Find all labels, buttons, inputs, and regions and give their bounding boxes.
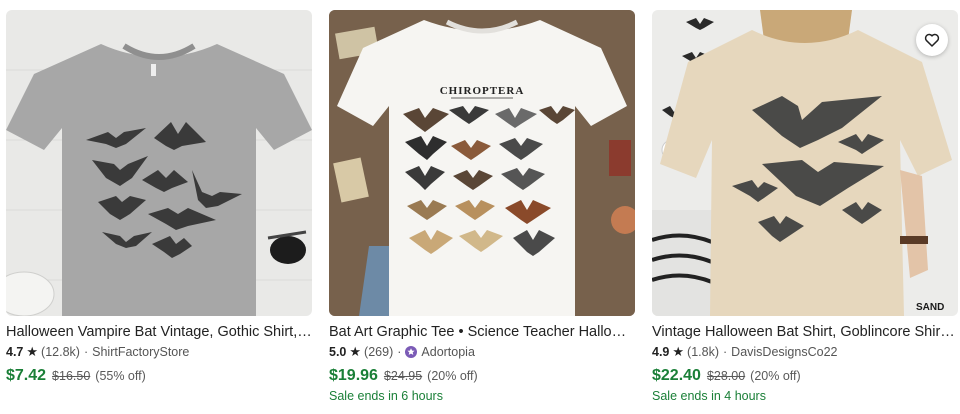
- shirt-tag-text: SAND: [916, 302, 944, 313]
- original-price: $16.50: [52, 369, 91, 383]
- review-count: (1.8k): [687, 345, 719, 359]
- price-row: $19.96 $24.95 (20% off): [329, 367, 635, 385]
- rating-value: 4.9: [652, 345, 670, 359]
- price-row: $22.40 $28.00 (20% off): [652, 367, 958, 385]
- separator-dot: ·: [723, 345, 728, 359]
- sale-price: $7.42: [6, 367, 47, 384]
- listing-card-1[interactable]: Halloween Vampire Bat Vintage, Gothic Sh…: [6, 10, 312, 385]
- review-count: (12.8k): [41, 345, 80, 359]
- original-price: $24.95: [383, 369, 423, 383]
- shop-name[interactable]: DavisDesignsCo22: [731, 344, 837, 360]
- sale-price: $19.96: [329, 367, 378, 384]
- separator-dot: ·: [83, 345, 89, 359]
- separator-dot: ·: [397, 345, 402, 359]
- original-price: $28.00: [706, 369, 746, 383]
- shirt-print-title: CHIROPTERA: [440, 85, 525, 97]
- star-icon: ★: [672, 344, 685, 359]
- price-row: $7.42 $16.50 (55% off): [6, 367, 312, 385]
- sand-bat-shirt-photo: SAND: [652, 10, 958, 316]
- listing-meta: 4.9 ★ (1.8k) · DavisDesignsCo22: [652, 344, 958, 360]
- white-bat-chart-shirt-photo: CHIROPTERA: [329, 10, 635, 316]
- star-seller-badge-icon: [405, 346, 418, 358]
- star-icon: ★: [349, 344, 362, 359]
- listing-card-3[interactable]: SAND Vintage Halloween Bat Shirt, Goblin…: [652, 10, 958, 403]
- listing-card-2[interactable]: CHIROPTERA Bat Art Graphic Tee • Science…: [329, 10, 635, 403]
- listing-title[interactable]: Vintage Halloween Bat Shirt, Goblincore …: [652, 323, 958, 341]
- listing-meta: 5.0 ★ (269) · Adortopia: [329, 344, 635, 360]
- gray-bat-shirt-photo: [6, 10, 312, 316]
- listing-image-1[interactable]: [6, 10, 312, 316]
- sale-price: $22.40: [652, 367, 701, 384]
- star-icon: ★: [26, 344, 39, 359]
- sale-ends-text: Sale ends in 4 hours: [652, 389, 766, 403]
- heart-outline-icon: [924, 33, 940, 47]
- rating-value: 4.7: [6, 345, 24, 359]
- sale-ends-text: Sale ends in 6 hours: [329, 389, 443, 403]
- listing-title[interactable]: Halloween Vampire Bat Vintage, Gothic Sh…: [6, 323, 312, 341]
- review-count: (269): [364, 345, 394, 359]
- listing-title[interactable]: Bat Art Graphic Tee • Science Teacher Ha…: [329, 323, 635, 341]
- shop-name[interactable]: ShirtFactoryStore: [92, 344, 189, 360]
- listing-meta: 4.7 ★ (12.8k) · ShirtFactoryStore: [6, 344, 312, 360]
- shop-name[interactable]: Adortopia: [421, 344, 475, 360]
- rating-value: 5.0: [329, 345, 347, 359]
- listing-image-2[interactable]: CHIROPTERA: [329, 10, 635, 316]
- discount-percent: (20% off): [750, 369, 801, 383]
- discount-percent: (20% off): [427, 369, 478, 383]
- favorite-button[interactable]: [916, 24, 948, 56]
- discount-percent: (55% off): [95, 369, 146, 383]
- listing-image-3[interactable]: SAND: [652, 10, 958, 316]
